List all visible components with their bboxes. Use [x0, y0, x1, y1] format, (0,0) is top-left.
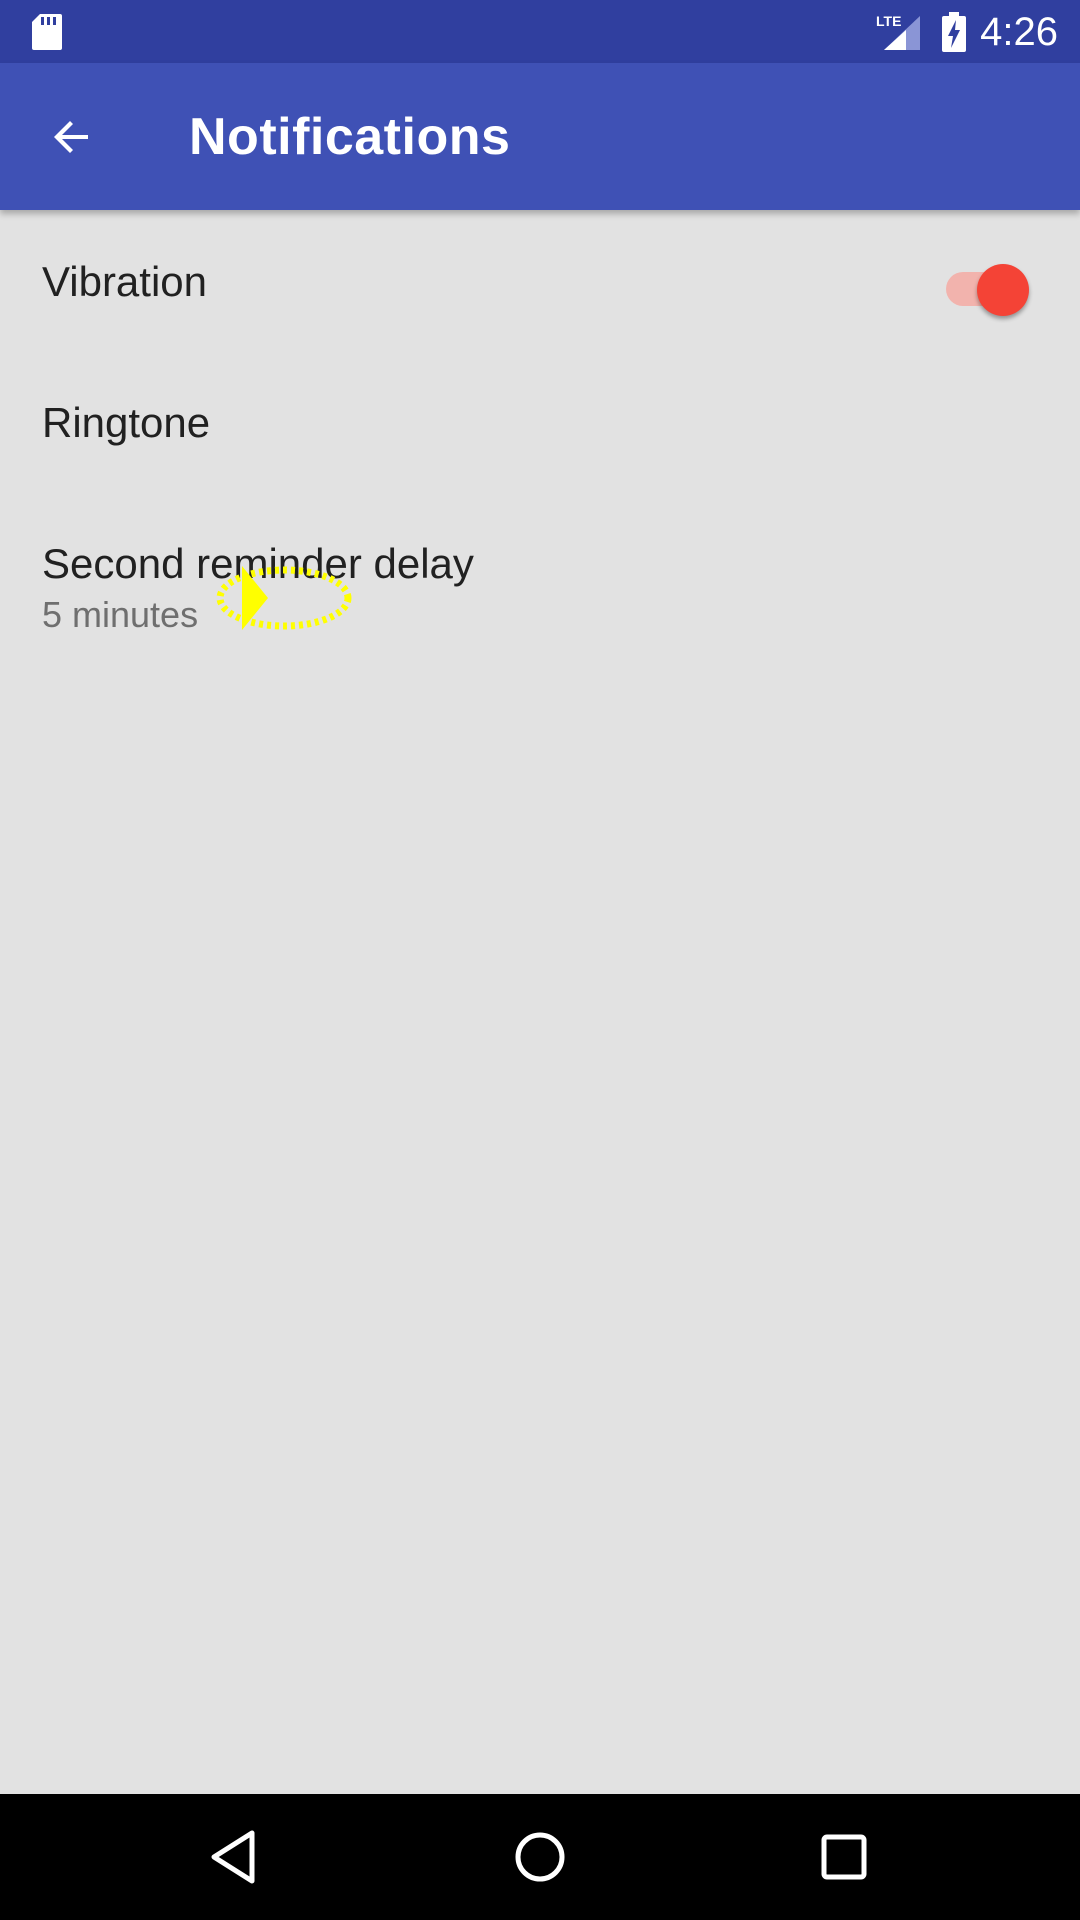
switch-thumb	[977, 264, 1029, 316]
battery-charging-icon	[942, 12, 966, 52]
status-bar: LTE 4:26	[0, 0, 1080, 63]
sd-card-icon	[32, 14, 62, 50]
second-reminder-delay-label: Second reminder delay	[42, 540, 474, 587]
nav-recents-button[interactable]	[804, 1817, 884, 1897]
ringtone-preference[interactable]: Ringtone	[0, 351, 1080, 492]
nav-home-icon	[515, 1832, 565, 1882]
page-title: Notifications	[189, 108, 511, 166]
navigation-bar	[0, 1794, 1080, 1920]
vibration-label: Vibration	[42, 258, 208, 305]
second-reminder-delay-preference[interactable]: Second reminder delay 5 minutes	[0, 492, 1080, 652]
vibration-switch[interactable]	[944, 256, 1030, 316]
lte-label: LTE	[876, 13, 901, 29]
arrow-back-icon	[54, 121, 88, 153]
nav-back-icon	[211, 1830, 255, 1884]
nav-back-button[interactable]	[196, 1817, 276, 1897]
screen: LTE 4:26 Notifications Vibration Rington…	[0, 0, 1080, 1920]
nav-recents-icon	[821, 1834, 867, 1880]
back-button[interactable]	[28, 93, 116, 181]
app-bar: Notifications	[0, 63, 1080, 210]
vibration-preference[interactable]: Vibration	[0, 210, 1080, 351]
nav-home-button[interactable]	[500, 1817, 580, 1897]
ringtone-label: Ringtone	[42, 399, 211, 446]
lte-signal-icon: LTE	[876, 13, 920, 50]
settings-list: Vibration Ringtone Second reminder delay…	[0, 210, 1080, 652]
second-reminder-delay-summary: 5 minutes	[42, 594, 199, 635]
status-clock: 4:26	[980, 10, 1058, 54]
